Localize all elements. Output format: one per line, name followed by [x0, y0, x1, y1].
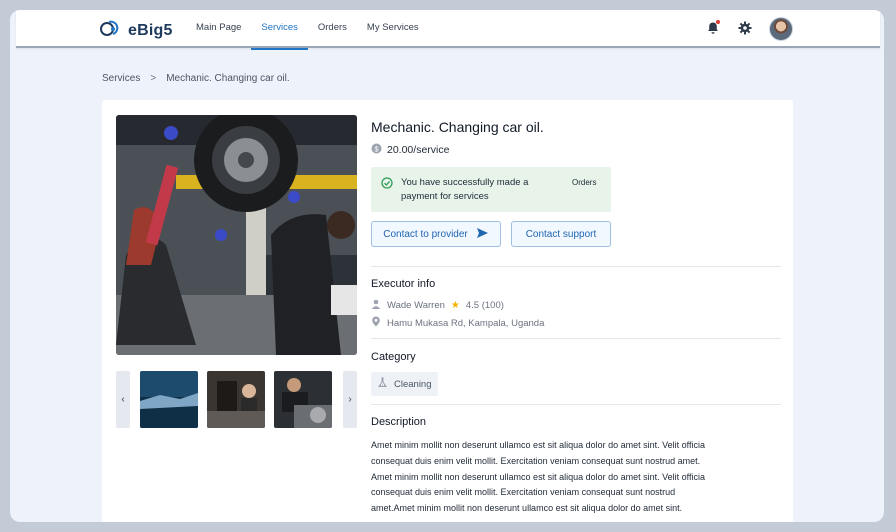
nav-orders[interactable]: Orders: [308, 10, 357, 48]
notification-dot: [716, 20, 720, 24]
thumbnail-2[interactable]: [207, 371, 265, 428]
divider: [371, 338, 781, 339]
cleaning-icon: [377, 377, 388, 391]
star-icon: ★: [450, 300, 460, 311]
notice-text: You have successfully made a payment for…: [401, 177, 529, 202]
send-icon: [476, 227, 489, 242]
payment-success-notice: You have successfully made a payment for…: [371, 167, 611, 212]
main-nav: Main Page Services Orders My Services: [186, 10, 429, 50]
thumbnail-3[interactable]: [274, 371, 332, 428]
executor-address: Hamu Mukasa Rd, Kampala, Uganda: [387, 317, 545, 329]
contact-provider-button[interactable]: Contact to provider: [371, 221, 501, 247]
avatar[interactable]: [769, 17, 793, 41]
executor-info-title: Executor info: [371, 278, 436, 290]
breadcrumb: Services > Mechanic. Changing car oil.: [102, 73, 290, 84]
executor-name[interactable]: Wade Warren: [387, 300, 445, 311]
check-circle-icon: [381, 176, 393, 194]
nav-services[interactable]: Services: [251, 10, 309, 50]
gear-icon[interactable]: [738, 21, 752, 40]
category-chip[interactable]: Cleaning: [371, 372, 438, 396]
breadcrumb-current: Mechanic. Changing car oil.: [166, 73, 290, 84]
divider: [371, 266, 781, 267]
contact-support-label: Contact support: [525, 228, 597, 240]
notice-orders-link[interactable]: Orders: [572, 178, 596, 187]
category-value: Cleaning: [394, 378, 432, 390]
location-pin-icon: [371, 316, 381, 330]
app-window: eBig5 Main Page Services Orders My Servi…: [10, 10, 884, 522]
breadcrumb-separator: >: [150, 73, 157, 84]
divider: [371, 404, 781, 405]
logo-icon: [100, 18, 122, 43]
breadcrumb-parent[interactable]: Services: [102, 73, 140, 84]
dollar-coin-icon: $: [371, 143, 382, 157]
category-title: Category: [371, 351, 416, 363]
description-title: Description: [371, 416, 427, 428]
person-icon: [371, 299, 381, 312]
executor-rating: 4.5 (100): [465, 300, 504, 311]
nav-main-page[interactable]: Main Page: [186, 10, 251, 48]
logo-text: eBig5: [128, 21, 173, 39]
main-photo: [116, 115, 357, 355]
top-bar: eBig5 Main Page Services Orders My Servi…: [16, 10, 880, 50]
price-value: 20.00/service: [387, 144, 450, 156]
thumbnail-1[interactable]: [140, 371, 198, 428]
contact-provider-label: Contact to provider: [383, 228, 468, 240]
contact-support-button[interactable]: Contact support: [511, 221, 611, 247]
executor-name-row: Wade Warren ★ 4.5 (100): [371, 299, 504, 312]
service-card: ‹ › Mechanic. Changing car oil. $ 20.00/…: [102, 100, 793, 522]
logo[interactable]: eBig5: [100, 18, 173, 43]
service-price: $ 20.00/service: [371, 143, 449, 157]
chevron-left-icon[interactable]: ‹: [116, 371, 130, 428]
bell-icon[interactable]: [706, 20, 720, 40]
nav-my-services[interactable]: My Services: [357, 10, 429, 48]
service-title: Mechanic. Changing car oil.: [371, 119, 544, 135]
description-text: Amet minim mollit non deserunt ullamco e…: [371, 440, 705, 514]
chevron-right-icon[interactable]: ›: [343, 371, 357, 428]
executor-address-row: Hamu Mukasa Rd, Kampala, Uganda: [371, 316, 544, 330]
